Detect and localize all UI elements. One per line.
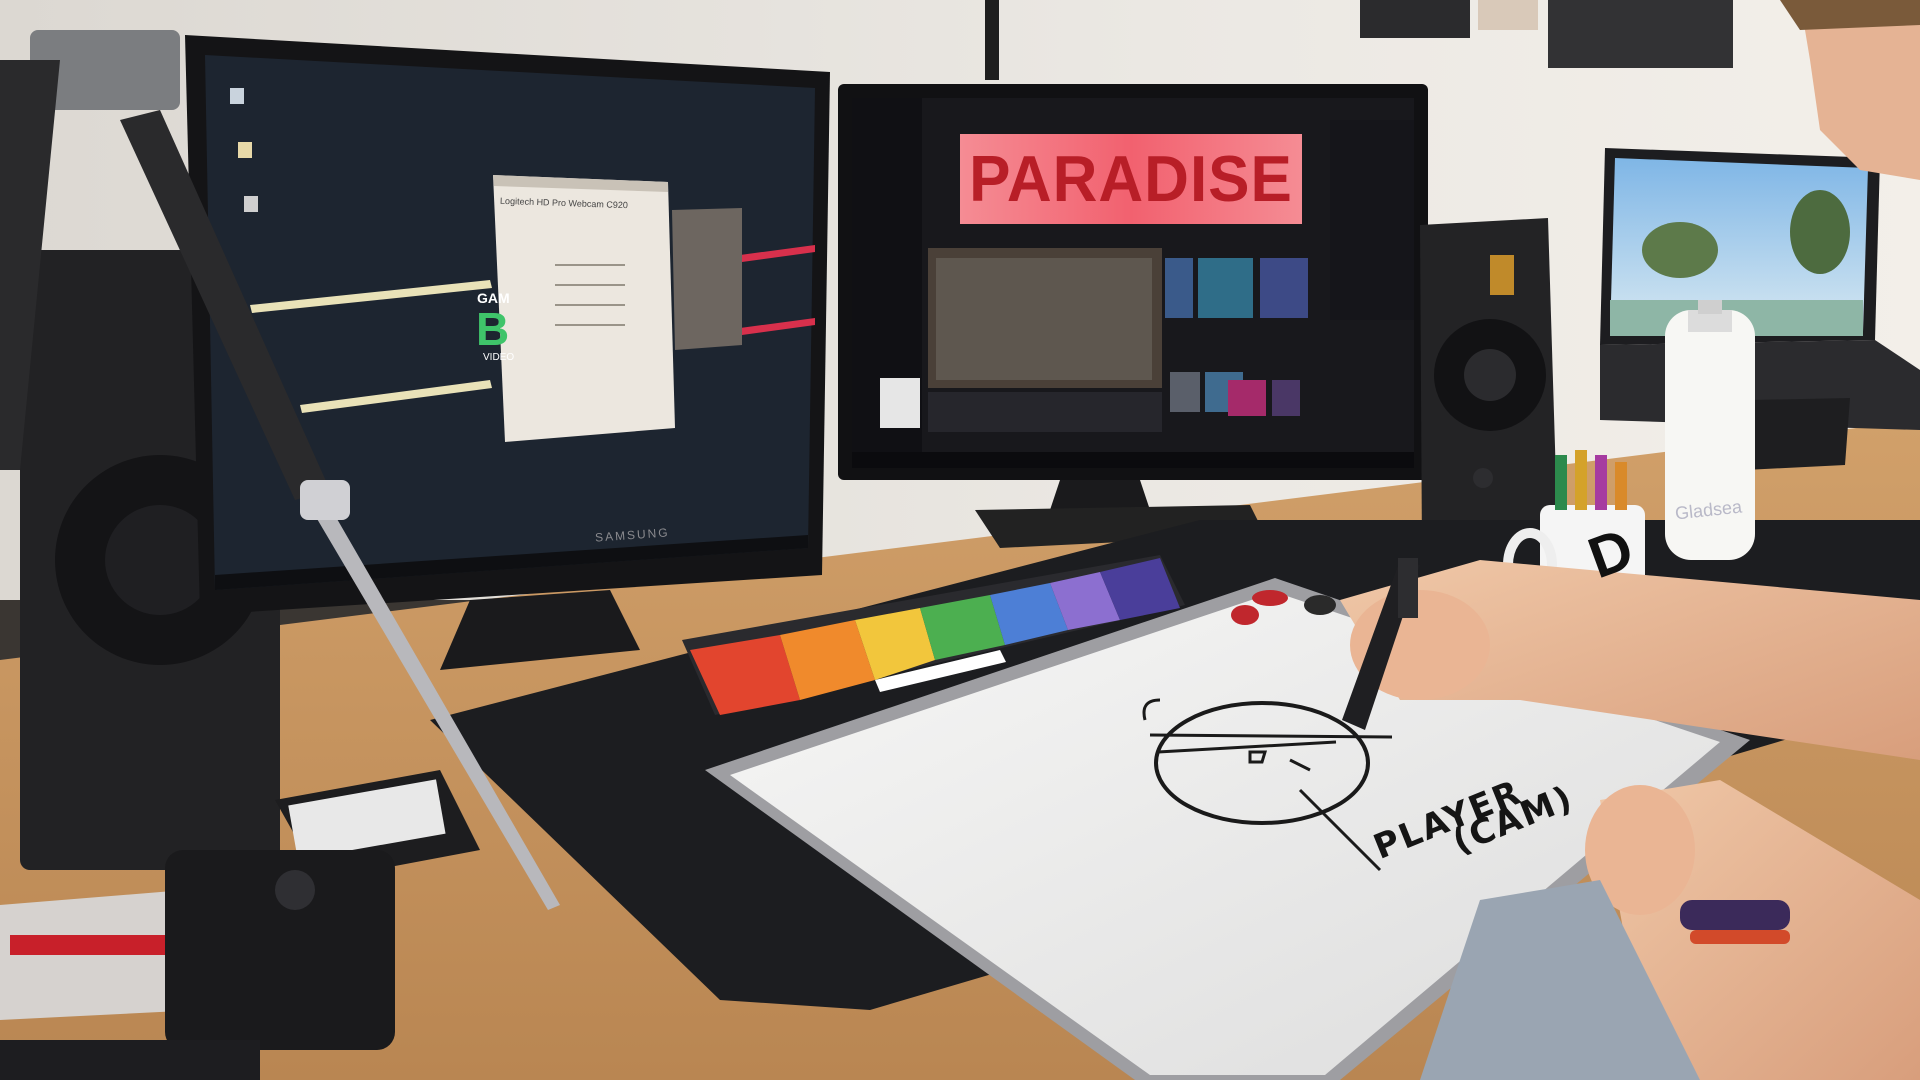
second-keyboard [1745, 398, 1850, 470]
red-magnet [1231, 605, 1259, 625]
wall-photo [1478, 0, 1538, 30]
laptop [1600, 148, 1920, 430]
thumbnail [1165, 258, 1193, 318]
thumbnail [1272, 380, 1300, 416]
wall-cable [985, 0, 999, 80]
app-right-panel [1330, 120, 1414, 320]
recycle-bin-icon [230, 88, 244, 104]
center-taskbar [852, 452, 1414, 468]
file-icon [244, 196, 258, 212]
paradise-title: PARADISE [969, 142, 1293, 216]
webcam-settings-dialog [493, 175, 675, 442]
phone [0, 1040, 260, 1080]
right-speaker [1420, 218, 1558, 552]
bracelet [1690, 930, 1790, 944]
folder-icon [238, 142, 252, 158]
red-marker-cap [1252, 590, 1288, 606]
webcam-scene: PARADISE Logitech HD Pro Webcam C920 GAM… [0, 0, 1920, 1080]
video-preview-inner [936, 258, 1152, 380]
black-marker-cap [1304, 595, 1336, 615]
drawn-line [1149, 733, 1393, 739]
marker-cap [1398, 558, 1418, 618]
thumbnail [1170, 372, 1200, 412]
thumbnail [1228, 380, 1266, 416]
thumbnail [1260, 258, 1308, 318]
wall-frame [1548, 0, 1733, 68]
camera-dial [275, 870, 315, 910]
bracelet [1680, 900, 1790, 930]
mixer-panel [928, 392, 1162, 432]
thumbnail [1198, 258, 1253, 318]
banner-text-video: VIDEO [483, 352, 515, 363]
camera-preview [672, 208, 742, 350]
center-monitor-neck [1050, 480, 1150, 510]
profile-figure [880, 378, 920, 428]
card-deck-stripe [10, 935, 180, 955]
wall-frame [1360, 0, 1470, 38]
banner-text-b: B [476, 303, 510, 355]
